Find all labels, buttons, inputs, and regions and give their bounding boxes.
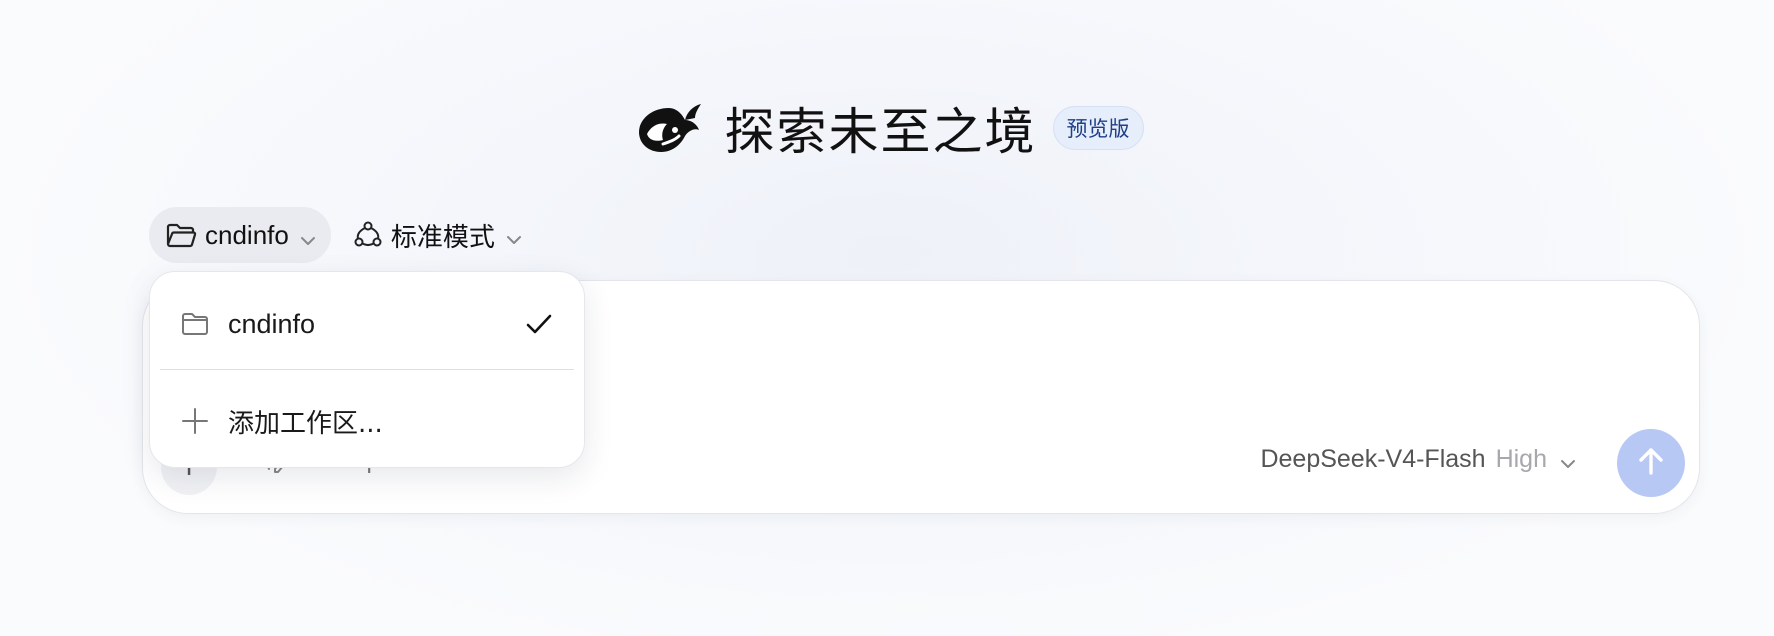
mode-selector-label: 标准模式 [390,222,495,253]
hero-header: 探索未至之境 预览版 [0,92,1774,164]
arrow-up-icon [1634,444,1668,483]
add-workspace-option[interactable]: 添加工作区... [150,391,584,451]
workspace-selector-label: cndinfo [205,219,289,250]
folder-icon [180,309,210,339]
whale-icon [631,97,707,159]
page-title: 探索未至之境 [724,103,1037,161]
model-selector-button[interactable]: DeepSeek-V4-Flash High [1260,445,1577,474]
network-icon [353,220,383,250]
workspace-dropdown: cndinfo 添加工作区... [149,271,585,468]
model-name: DeepSeek-V4-Flash [1260,445,1486,473]
folder-open-icon [165,221,197,249]
chevron-down-icon [299,226,317,245]
preview-badge: 预览版 [1052,106,1144,150]
workspace-selector-button[interactable]: cndinfo [149,207,331,263]
plus-icon [180,406,210,436]
model-effort-level: High [1495,445,1547,473]
dropdown-divider [160,369,574,370]
send-button[interactable] [1617,429,1685,497]
mode-selector-button[interactable]: 标准模式 [353,207,523,263]
workspace-option-label: cndinfo [228,308,316,339]
add-workspace-label: 添加工作区... [228,408,383,439]
chevron-down-icon [1559,451,1577,469]
workspace-option[interactable]: cndinfo [150,294,584,354]
checkmark-icon [524,309,554,339]
chevron-down-icon [505,226,523,244]
composer-toolbar: cndinfo 标准模式 [149,207,523,263]
